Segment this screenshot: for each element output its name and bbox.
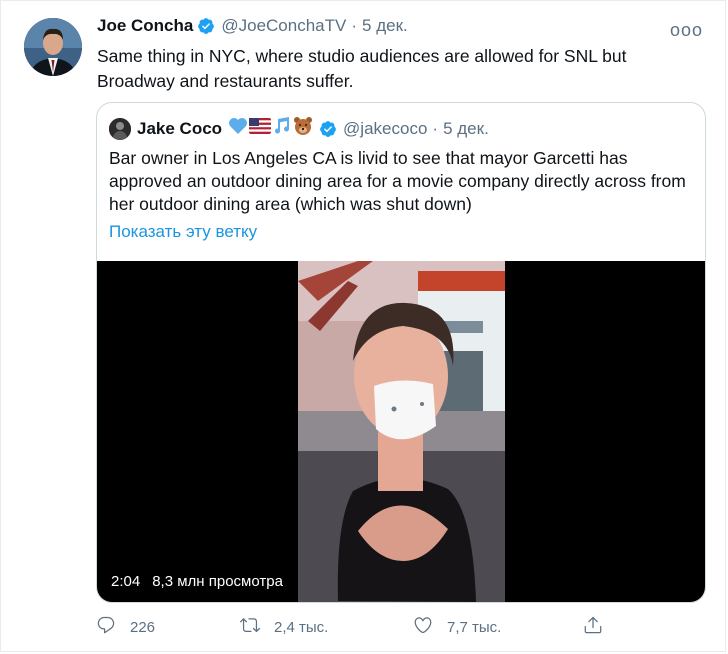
- like-count: 7,7 тыс.: [447, 618, 502, 636]
- separator-dot: ·: [351, 16, 358, 35]
- us-flag-icon: [249, 118, 272, 139]
- share-icon: [583, 615, 617, 639]
- quoted-tweet-header: Jake Coco @jakecoco · 5 дек.: [109, 116, 489, 141]
- tweet-card[interactable]: Joe Concha @JoeConchaTV · 5 дек. ooo Sam…: [0, 0, 726, 652]
- quoted-avatar: [109, 117, 131, 140]
- like-button[interactable]: 7,7 тыс.: [413, 615, 501, 639]
- reply-icon: [96, 615, 130, 639]
- video-views: 8,3 млн просмотра: [152, 573, 283, 590]
- reply-button[interactable]: 226: [96, 615, 155, 639]
- quoted-tweet-text: Bar owner in Los Angeles CA is livid to …: [109, 148, 686, 214]
- video-overlay: 2:04 8,3 млн просмотра: [111, 573, 283, 590]
- video-duration: 2:04: [111, 573, 141, 590]
- blue-heart-icon: [228, 117, 248, 140]
- verified-badge-icon: [319, 120, 337, 138]
- author-handle[interactable]: @JoeConchaTV: [221, 16, 346, 36]
- video-player[interactable]: 2:04 8,3 млн просмотра: [97, 261, 705, 602]
- name-emojis: [228, 116, 313, 141]
- quoted-author-name[interactable]: Jake Coco: [137, 119, 222, 139]
- retweet-button[interactable]: 2,4 тыс.: [240, 615, 328, 639]
- show-thread-link[interactable]: Показать эту ветку: [109, 222, 257, 242]
- share-button[interactable]: [583, 615, 617, 639]
- quoted-tweet-date[interactable]: 5 дек.: [443, 119, 489, 139]
- reply-count: 226: [130, 618, 156, 636]
- avatar[interactable]: [24, 18, 82, 76]
- quoted-author-handle[interactable]: @jakecoco: [343, 119, 427, 139]
- quoted-tweet[interactable]: Jake Coco @jakecoco · 5 дек. Bar owner i…: [96, 102, 706, 603]
- like-icon: [413, 615, 447, 639]
- author-name[interactable]: Joe Concha: [97, 16, 193, 36]
- video-frame: [298, 261, 505, 602]
- tweet-header: Joe Concha @JoeConchaTV · 5 дек.: [97, 16, 408, 36]
- tweet-text: Same thing in NYC, where studio audience…: [97, 46, 627, 91]
- tweet-actions: 226 2,4 тыс. 7,7 тыс.: [96, 615, 616, 643]
- retweet-icon: [240, 615, 274, 639]
- retweet-count: 2,4 тыс.: [274, 618, 329, 636]
- verified-badge-icon: [197, 17, 215, 35]
- bear-face-icon: [293, 116, 313, 141]
- more-icon[interactable]: ooo: [670, 20, 703, 41]
- tweet-date[interactable]: 5 дек.: [362, 16, 408, 36]
- separator-dot: ·: [432, 118, 439, 138]
- music-notes-icon: [272, 117, 292, 140]
